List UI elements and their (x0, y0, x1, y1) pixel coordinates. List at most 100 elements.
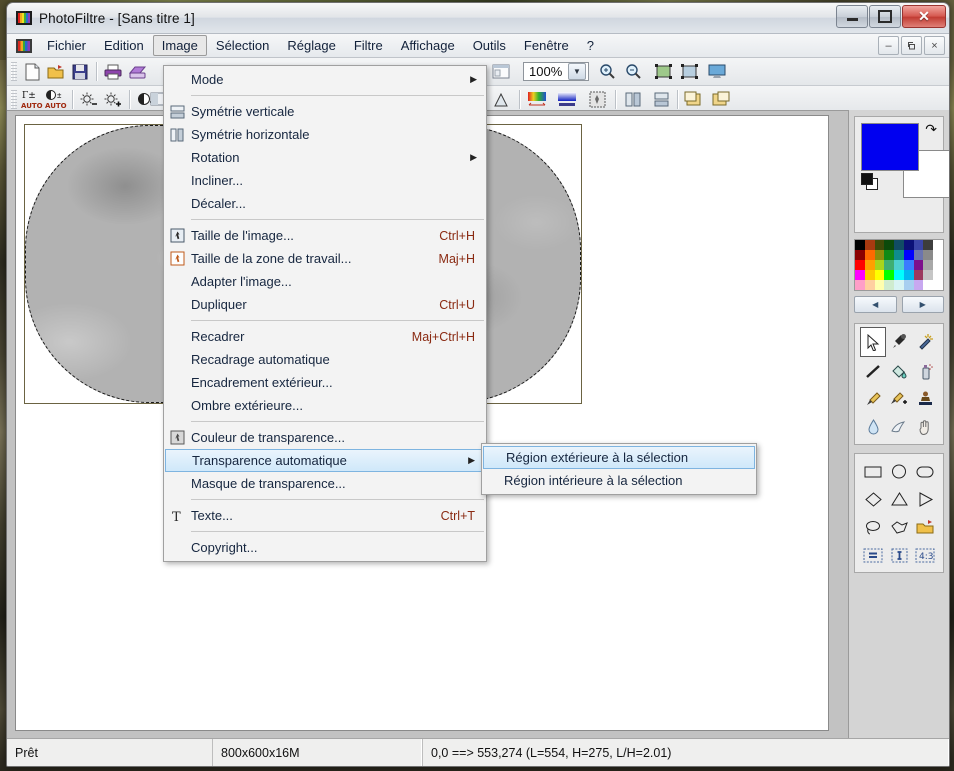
palette-swatch[interactable] (933, 250, 943, 260)
histogram-alt-icon[interactable] (489, 88, 513, 111)
palette-swatch[interactable] (903, 250, 914, 260)
mdi-close-button[interactable]: × (924, 36, 945, 55)
zoom-level-combobox[interactable]: 100% ▼ (523, 62, 589, 81)
minimize-button[interactable] (836, 5, 868, 28)
palette-swatch[interactable] (933, 240, 943, 250)
clone-stamp-tool[interactable] (912, 385, 938, 413)
menu-selection[interactable]: Sélection (207, 35, 278, 56)
auto-contrast-icon[interactable]: ± AUTO (44, 88, 68, 111)
palette-swatch[interactable] (903, 240, 914, 250)
rotate-right-icon[interactable] (709, 88, 733, 111)
palette-swatch[interactable] (913, 280, 924, 290)
palette-swatch[interactable] (903, 280, 914, 290)
palette-swatch[interactable] (923, 240, 934, 250)
mdi-restore-button[interactable] (901, 36, 922, 55)
chevron-down-icon[interactable]: ▼ (568, 63, 586, 80)
palette-swatch[interactable] (923, 270, 934, 280)
menu-item-copyright[interactable]: Copyright... (164, 536, 486, 559)
polygon-selection-shape[interactable] (886, 513, 912, 541)
line-tool[interactable] (860, 357, 886, 385)
menu-filtre[interactable]: Filtre (345, 35, 392, 56)
palette-swatch[interactable] (874, 260, 885, 270)
transparency-icon[interactable] (585, 88, 609, 111)
palette-swatch[interactable] (894, 270, 904, 280)
palette-swatch[interactable] (864, 240, 875, 250)
zoom-in-icon[interactable] (595, 60, 619, 83)
palette-swatch[interactable] (884, 270, 895, 280)
menu-item-incliner[interactable]: Incliner... (164, 169, 486, 192)
menu-item-dupliquer[interactable]: Dupliquer Ctrl+U (164, 293, 486, 316)
palette-swatch[interactable] (874, 250, 885, 260)
toolbar-grip-2[interactable] (11, 90, 17, 109)
flip-horizontal-icon[interactable] (621, 88, 645, 111)
swap-colors-icon[interactable]: ↷ (925, 121, 937, 138)
menu-fichier[interactable]: Fichier (38, 35, 95, 56)
flip-vertical-icon[interactable] (649, 88, 673, 111)
spray-can-tool[interactable] (912, 357, 938, 385)
submenu-item-r-gion-ext-rieure-la-s-lection[interactable]: Région extérieure à la sélection (483, 446, 755, 469)
palette-swatch[interactable] (884, 280, 895, 290)
palette-swatch[interactable] (884, 250, 895, 260)
palette-swatch[interactable] (855, 240, 865, 250)
menu-item-recadrer[interactable]: Recadrer Maj+Ctrl+H (164, 325, 486, 348)
palette-swatch[interactable] (913, 260, 924, 270)
menu-item-taille-de-l-image[interactable]: Taille de l'image... Ctrl+H (164, 224, 486, 247)
palette-swatch[interactable] (913, 250, 924, 260)
selection-equalize-icon[interactable] (860, 541, 886, 569)
palette-swatch[interactable] (864, 280, 875, 290)
menu-fenetre[interactable]: Fenêtre (515, 35, 578, 56)
palette-swatch[interactable] (894, 260, 904, 270)
menu-affichage[interactable]: Affichage (392, 35, 464, 56)
menu-edition[interactable]: Edition (95, 35, 153, 56)
palette-swatch[interactable] (933, 260, 943, 270)
palette-swatch[interactable] (923, 250, 934, 260)
menu-item-couleur-de-transparence[interactable]: Couleur de transparence... (164, 426, 486, 449)
palette-swatch[interactable] (855, 280, 865, 290)
smudge-tool[interactable] (886, 413, 912, 441)
palette-swatch[interactable] (923, 280, 934, 290)
paintbrush-tool[interactable] (860, 385, 886, 413)
triangle-selection-shape[interactable] (886, 485, 912, 513)
hand-tool[interactable] (912, 413, 938, 441)
save-floppy-icon[interactable] (68, 60, 92, 83)
palette-swatch[interactable] (855, 260, 865, 270)
toolbar-grip[interactable] (11, 62, 17, 81)
load-selection-icon[interactable] (912, 513, 938, 541)
menu-item-texte[interactable]: T Texte... Ctrl+T (164, 504, 486, 527)
palette-swatch[interactable] (903, 270, 914, 280)
advanced-brush-tool[interactable] (886, 385, 912, 413)
palette-swatch[interactable] (923, 260, 934, 270)
menu-item-taille-de-la-zone-de-travail[interactable]: Taille de la zone de travail... Maj+H (164, 247, 486, 270)
rectangle-selection-shape[interactable] (860, 457, 886, 485)
scanner-icon[interactable] (125, 60, 149, 83)
right-triangle-selection-shape[interactable] (912, 485, 938, 513)
palette-swatch[interactable] (894, 280, 904, 290)
brightness-down-icon[interactable] (77, 88, 101, 111)
palette-swatch[interactable] (855, 270, 865, 280)
blur-drop-tool[interactable] (860, 413, 886, 441)
maximize-button[interactable] (869, 5, 901, 28)
auto-levels-icon[interactable]: Γ± AUTO (20, 88, 44, 111)
magic-wand-tool[interactable] (912, 327, 938, 355)
palette-swatch[interactable] (894, 240, 904, 250)
palette-swatch[interactable] (874, 270, 885, 280)
paint-bucket-tool[interactable] (886, 357, 912, 385)
menu-item-ombre-ext-rieure[interactable]: Ombre extérieure... (164, 394, 486, 417)
gradient-rainbow-icon[interactable] (525, 88, 549, 111)
new-file-icon[interactable] (20, 60, 44, 83)
menu-item-encadrement-ext-rieur[interactable]: Encadrement extérieur... (164, 371, 486, 394)
menu-reglage[interactable]: Réglage (278, 35, 344, 56)
color-palette-grid[interactable] (854, 239, 944, 291)
rotate-left-icon[interactable] (681, 88, 705, 111)
menu-item-adapter-l-image[interactable]: Adapter l'image... (164, 270, 486, 293)
palette-swatch[interactable] (913, 240, 924, 250)
palette-swatch[interactable] (913, 270, 924, 280)
diamond-selection-shape[interactable] (860, 485, 886, 513)
palette-swatch[interactable] (864, 250, 875, 260)
zoom-out-icon[interactable] (621, 60, 645, 83)
menu-item-masque-de-transparence[interactable]: Masque de transparence... (164, 472, 486, 495)
selection-invert-icon[interactable] (886, 541, 912, 569)
gradient-blue-icon[interactable] (555, 88, 579, 111)
menu-item-rotation[interactable]: Rotation ▶ (164, 146, 486, 169)
palette-swatch[interactable] (884, 260, 895, 270)
